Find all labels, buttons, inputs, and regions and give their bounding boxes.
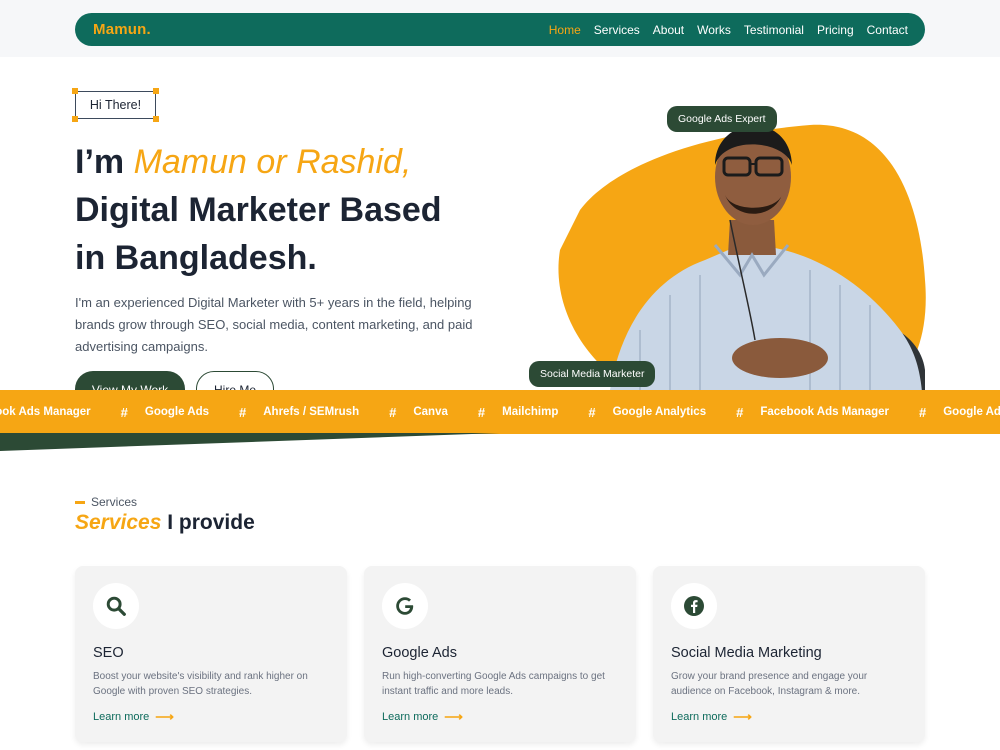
- headline-line2: Digital Marketer Based: [75, 191, 442, 229]
- nav-link-testimonial[interactable]: Testimonial: [744, 23, 804, 37]
- headline-line3: in Bangladesh.: [75, 239, 317, 277]
- nav-link-services[interactable]: Services: [594, 23, 640, 37]
- marquee-item: Facebook Ads Manager: [0, 406, 91, 418]
- skills-marquee: Facebook Ads Manager #Google Ads #Ahrefs…: [0, 390, 1000, 434]
- hands-shape: [732, 338, 828, 378]
- marquee-item: # Facebook Ads Manager: [736, 404, 889, 420]
- hash-icon: #: [389, 404, 397, 420]
- facebook-icon: [671, 583, 717, 629]
- service-card-seo[interactable]: SEO Boost your website's visibility and …: [75, 566, 347, 742]
- learn-more-link[interactable]: Learn more ⟶: [671, 709, 752, 725]
- hash-icon: #: [477, 404, 486, 420]
- selection-handle: [72, 116, 78, 122]
- services-title-rest: I provide: [161, 511, 255, 534]
- card-description: Boost your website's visibility and rank…: [93, 671, 308, 697]
- search-icon: [93, 583, 139, 629]
- card-description: Grow your brand presence and engage your…: [671, 671, 868, 697]
- nav-link-about[interactable]: About: [653, 23, 684, 37]
- hero-description: I'm an experienced Digital Marketer with…: [75, 295, 473, 354]
- selection-handle: [72, 88, 78, 94]
- card-description: Run high-converting Google Ads campaigns…: [382, 671, 605, 697]
- hero-headline: I’m Mamun or Rashid, Digital Marketer Ba…: [75, 138, 535, 282]
- headline-name: Mamun or Rashid,: [133, 143, 412, 181]
- green-wedge-divider: [0, 433, 500, 451]
- marquee-item: # Canva: [389, 404, 448, 420]
- arrow-right-icon: ⟶: [733, 709, 752, 724]
- marquee-item: #Google Ads: [120, 404, 210, 420]
- greeting-tag: Hi There!: [72, 88, 159, 122]
- badge-google-ads-expert: Google Ads Expert: [667, 106, 777, 132]
- hash-icon: #: [736, 404, 744, 420]
- services-title-accent: Services: [75, 511, 162, 534]
- card-title: SEO: [93, 645, 124, 661]
- learn-more-link[interactable]: Learn more ⟶: [382, 709, 463, 725]
- headline-prefix: I’m: [75, 143, 134, 181]
- nav-link-pricing[interactable]: Pricing: [817, 23, 854, 37]
- nav-link-home[interactable]: Home: [549, 23, 581, 37]
- nav-link-works[interactable]: Works: [697, 23, 731, 37]
- marquee-item: # Ahrefs / SEMrush: [239, 404, 360, 420]
- card-title: Social Media Marketing: [671, 645, 822, 661]
- service-card-google-ads[interactable]: Google Ads Run high-converting Google Ad…: [364, 566, 636, 742]
- card-title: Google Ads: [382, 645, 457, 661]
- google-icon: [382, 583, 428, 629]
- hash-icon: #: [120, 404, 128, 420]
- navbar-wrapper: Mamun. Home Services About Works Testimo…: [0, 0, 1000, 57]
- hash-icon: #: [588, 404, 596, 420]
- arrow-right-icon: ⟶: [155, 709, 174, 724]
- marquee-track: Facebook Ads Manager #Google Ads #Ahrefs…: [0, 390, 1000, 434]
- nav-link-contact[interactable]: Contact: [867, 23, 908, 37]
- hash-icon: #: [919, 404, 927, 420]
- greeting-text: Hi There!: [89, 98, 142, 112]
- marquee-item: #Google Ads: [919, 404, 1000, 420]
- services-title: Services I provide: [75, 511, 255, 535]
- selection-handle: [153, 88, 159, 94]
- logo[interactable]: Mamun.: [93, 21, 151, 38]
- service-card-social-media-marketing[interactable]: Social Media Marketing Grow your brand p…: [653, 566, 925, 742]
- hash-icon: #: [239, 404, 247, 420]
- badge-social-media-marketer: Social Media Marketer: [529, 361, 656, 387]
- eyebrow-bar: [75, 500, 85, 504]
- learn-more-link[interactable]: Learn more ⟶: [93, 709, 174, 725]
- marquee-item: # Mailchimp: [477, 404, 559, 420]
- arrow-right-icon: ⟶: [444, 709, 463, 724]
- selection-handle: [153, 116, 159, 122]
- navbar: Mamun. Home Services About Works Testimo…: [75, 13, 925, 46]
- nav-menu: Home Services About Works Testimonial Pr…: [549, 23, 908, 37]
- services-eyebrow: Services: [75, 495, 137, 509]
- marquee-item: # Google Analytics: [588, 404, 707, 420]
